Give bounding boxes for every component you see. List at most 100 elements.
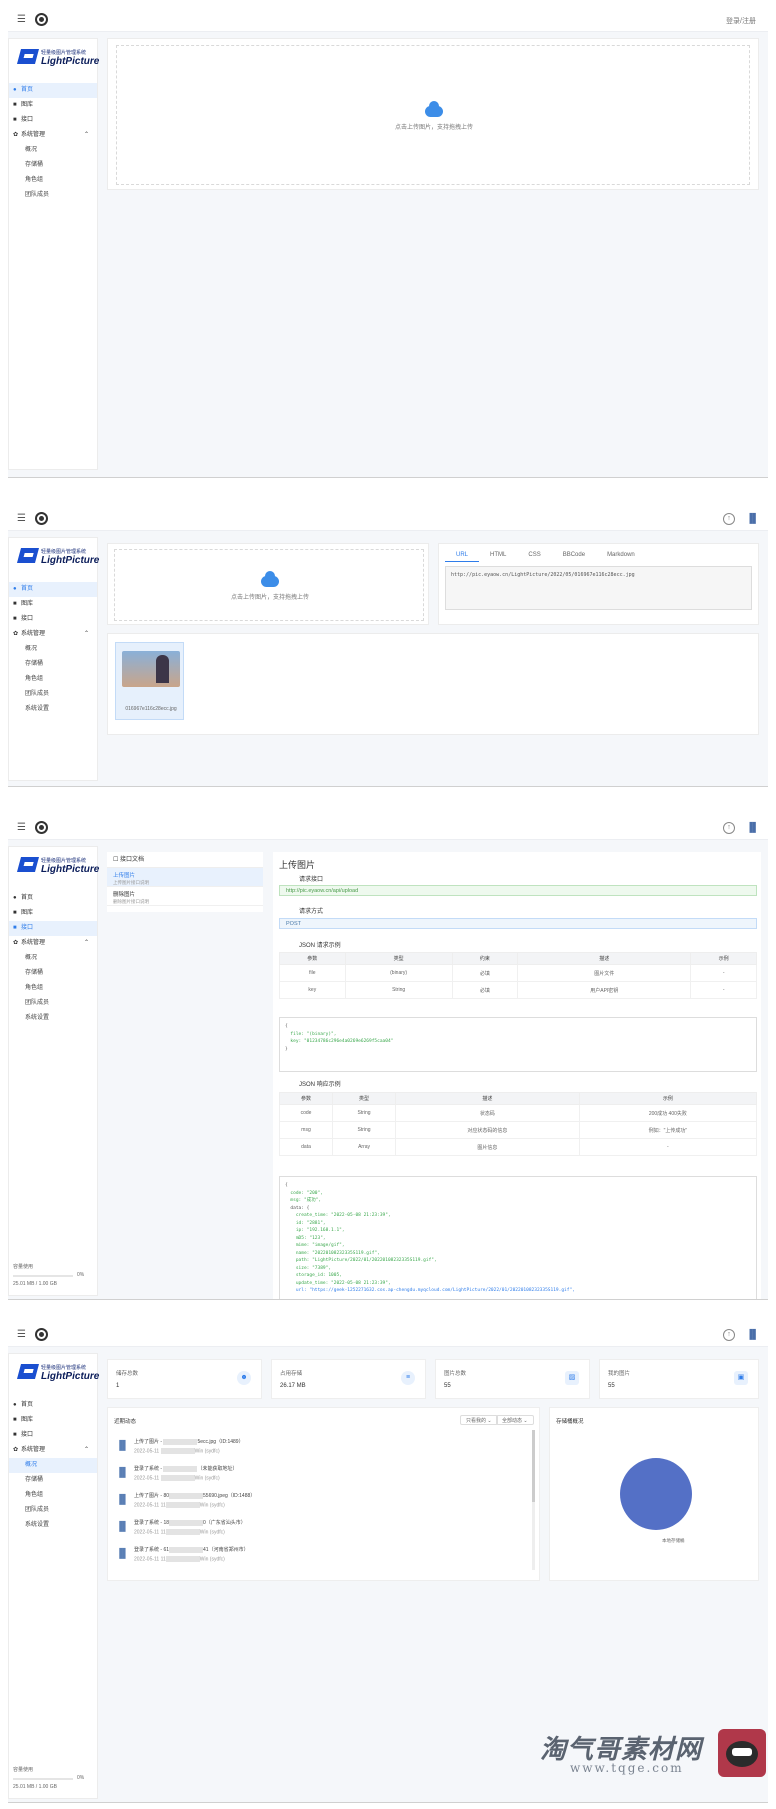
chart-title: 存储桶概况: [556, 1419, 584, 1425]
menu-toggle-icon[interactable]: ☰: [17, 1329, 26, 1340]
screenshot-api-docs: ☰ ↑ ▐▌ 轻量级图片管理系统 LightPicture ● 首页 ■ 图库 ■ 接…: [8, 816, 768, 1300]
sidebar-item-system[interactable]: ✿ 系统管理 ⌃: [9, 627, 97, 642]
stat-card-buckets: 储存总数 1 ☻: [107, 1359, 262, 1399]
activity-detail: 55690.jpeg（ID:1488）: [203, 1493, 256, 1499]
screenshot-home-uploaded: ☰ ↑ ▐▌ 轻量级图片管理系统 LightPicture ● 首页 ■ 图库 ■ 接…: [8, 507, 768, 787]
sidebar-item-api[interactable]: ■ 接口: [9, 921, 97, 936]
sidebar-sub-roles[interactable]: 角色组: [9, 173, 97, 188]
activity-client: Win (sydfc): [194, 1475, 220, 1482]
sidebar-sub-overview[interactable]: 概况: [9, 951, 97, 966]
storage-swatch-icon[interactable]: ▐▌: [746, 513, 759, 523]
redacted-block: [163, 1438, 198, 1445]
code-line: data: {: [285, 1205, 310, 1211]
sidebar-item-system[interactable]: ✿ 系统管理 ⌃: [9, 1443, 97, 1458]
sidebar-item-images[interactable]: ■ 图库: [9, 98, 97, 113]
request-method-value: POST: [279, 918, 757, 929]
storage-usage: 容量使用 0% 25.01 MB / 1.00 GB: [13, 1766, 93, 1792]
github-icon[interactable]: [35, 512, 48, 525]
code-line: }: [285, 1046, 288, 1052]
sidebar-item-label: 首页: [21, 895, 34, 901]
github-icon[interactable]: [35, 1328, 48, 1341]
gear-icon: ✿: [13, 132, 19, 138]
code-line: create_time: "2022-05-08 21:23:39",: [285, 1213, 391, 1218]
sidebar-sub-team[interactable]: 团队成员: [9, 188, 97, 203]
table-cell: key: [279, 981, 346, 999]
logo-mark: [16, 548, 40, 563]
sidebar-sub-settings[interactable]: 系统设置: [9, 702, 97, 717]
logo-title: LightPicture: [41, 1371, 100, 1382]
sidebar-sub-team[interactable]: 团队成员: [9, 1503, 97, 1518]
filter-mine-select[interactable]: 只看我的 ⌄: [460, 1415, 498, 1425]
sidebar-sub-team[interactable]: 团队成员: [9, 996, 97, 1011]
pie-slice-local[interactable]: [620, 1458, 692, 1530]
upload-circle-icon[interactable]: ↑: [723, 1329, 735, 1341]
sidebar-sub-overview[interactable]: 概况: [9, 1458, 97, 1473]
sidebar-sub-overview[interactable]: 概况: [9, 642, 97, 657]
sidebar-sub-storage[interactable]: 存储桶: [9, 1473, 97, 1488]
sidebar-item-images[interactable]: ■ 图库: [9, 906, 97, 921]
menu-toggle-icon[interactable]: ☰: [17, 14, 26, 25]
upload-circle-icon[interactable]: ↑: [723, 822, 735, 834]
sidebar-sub-settings[interactable]: 系统设置: [9, 1518, 97, 1533]
sidebar-sub-team[interactable]: 团队成员: [9, 687, 97, 702]
sidebar-sub-storage[interactable]: 存储桶: [9, 966, 97, 981]
sidebar-item-api[interactable]: ■ 接口: [9, 113, 97, 128]
sidebar-sub-overview[interactable]: 概况: [9, 143, 97, 158]
sidebar-sub-storage[interactable]: 存储桶: [9, 657, 97, 672]
code-line: {: [285, 1024, 288, 1029]
sidebar-item-home[interactable]: ● 首页: [9, 891, 97, 906]
upload-circle-icon[interactable]: ↑: [723, 513, 735, 525]
logo-mark: [16, 857, 40, 872]
logo-subtitle: 轻量级图片管理系统: [41, 50, 87, 56]
sidebar-sub-storage[interactable]: 存储桶: [9, 158, 97, 173]
sidebar-item-system[interactable]: ✿ 系统管理 ⌃: [9, 936, 97, 951]
tab-bbcode[interactable]: BBCode: [552, 549, 596, 561]
doc-item-upload[interactable]: 上传图片 上传图片接口说明: [107, 868, 263, 887]
doc-content: 上传图片 请求接口 http://pic.eyaow.cn/api/upload…: [273, 852, 761, 1299]
sidebar-sub-roles[interactable]: 角色组: [9, 672, 97, 687]
link-textarea[interactable]: http://pic.eyaow.cn/LightPicture/2022/05…: [445, 566, 752, 610]
sidebar-item-images[interactable]: ■ 图库: [9, 597, 97, 612]
sidebar-item-images[interactable]: ■ 图库: [9, 1413, 97, 1428]
tab-markdown[interactable]: Markdown: [596, 549, 646, 561]
sidebar-sub-roles[interactable]: 角色组: [9, 1488, 97, 1503]
image-thumbnail[interactable]: 016967e116c28ecc.jpg: [115, 642, 184, 720]
top-bar: ☰ ↑ ▐▌: [8, 1323, 768, 1347]
doc-item-delete[interactable]: 删除图片 删除图片接口说明: [107, 887, 263, 906]
screenshot-home-empty: ☰ 登录/注册 轻量级图片管理系统 LightPicture ● 首页 ■ 图库 ■…: [8, 8, 768, 478]
table-cell: -: [578, 1138, 758, 1156]
sidebar-sub-settings[interactable]: 系统设置: [9, 1011, 97, 1026]
table-cell: 用户API密钥: [517, 981, 692, 999]
sidebar-item-label: 接口: [21, 1432, 34, 1438]
github-icon[interactable]: [35, 13, 48, 26]
sidebar-item-home[interactable]: ● 首页: [9, 1398, 97, 1413]
storage-swatch-icon[interactable]: ▐▌: [746, 822, 759, 832]
github-icon[interactable]: [35, 821, 48, 834]
sidebar-item-home[interactable]: ● 首页: [9, 582, 97, 597]
table-cell: 200成功 400失败: [578, 1104, 758, 1122]
storage-label: 容量使用: [13, 1264, 34, 1270]
sidebar-item-home[interactable]: ● 首页: [9, 83, 97, 98]
sidebar-sub-roles[interactable]: 角色组: [9, 981, 97, 996]
tab-html[interactable]: HTML: [479, 549, 517, 561]
upload-hint: 点击上传图片，支持拖拽上传: [394, 125, 473, 131]
filter-all-select[interactable]: 全部动态 ⌄: [496, 1415, 534, 1425]
sidebar-item-system[interactable]: ✿ 系统管理 ⌃: [9, 128, 97, 143]
upload-dropzone[interactable]: 点击上传图片，支持拖拽上传: [114, 549, 424, 621]
activity-time: 2022-05-11 11: [134, 1529, 166, 1536]
logo-subtitle: 轻量级图片管理系统: [41, 549, 87, 555]
tab-css[interactable]: CSS: [517, 549, 551, 561]
section-request-url: 请求接口: [299, 877, 324, 883]
menu-toggle-icon[interactable]: ☰: [17, 513, 26, 524]
request-url-value: http://pic.eyaow.cn/api/upload: [279, 885, 757, 896]
top-bar: ☰ ↑ ▐▌: [8, 507, 768, 531]
activity-scrollbar[interactable]: [532, 1430, 535, 1570]
api-icon: ■: [13, 1432, 17, 1438]
login-link[interactable]: 登录/注册: [726, 16, 756, 26]
tab-url[interactable]: URL: [445, 549, 480, 562]
upload-dropzone[interactable]: 点击上传图片，支持拖拽上传: [116, 45, 750, 185]
sidebar-item-api[interactable]: ■ 接口: [9, 1428, 97, 1443]
storage-swatch-icon[interactable]: ▐▌: [746, 1329, 759, 1339]
sidebar-item-api[interactable]: ■ 接口: [9, 612, 97, 627]
menu-toggle-icon[interactable]: ☰: [17, 822, 26, 833]
